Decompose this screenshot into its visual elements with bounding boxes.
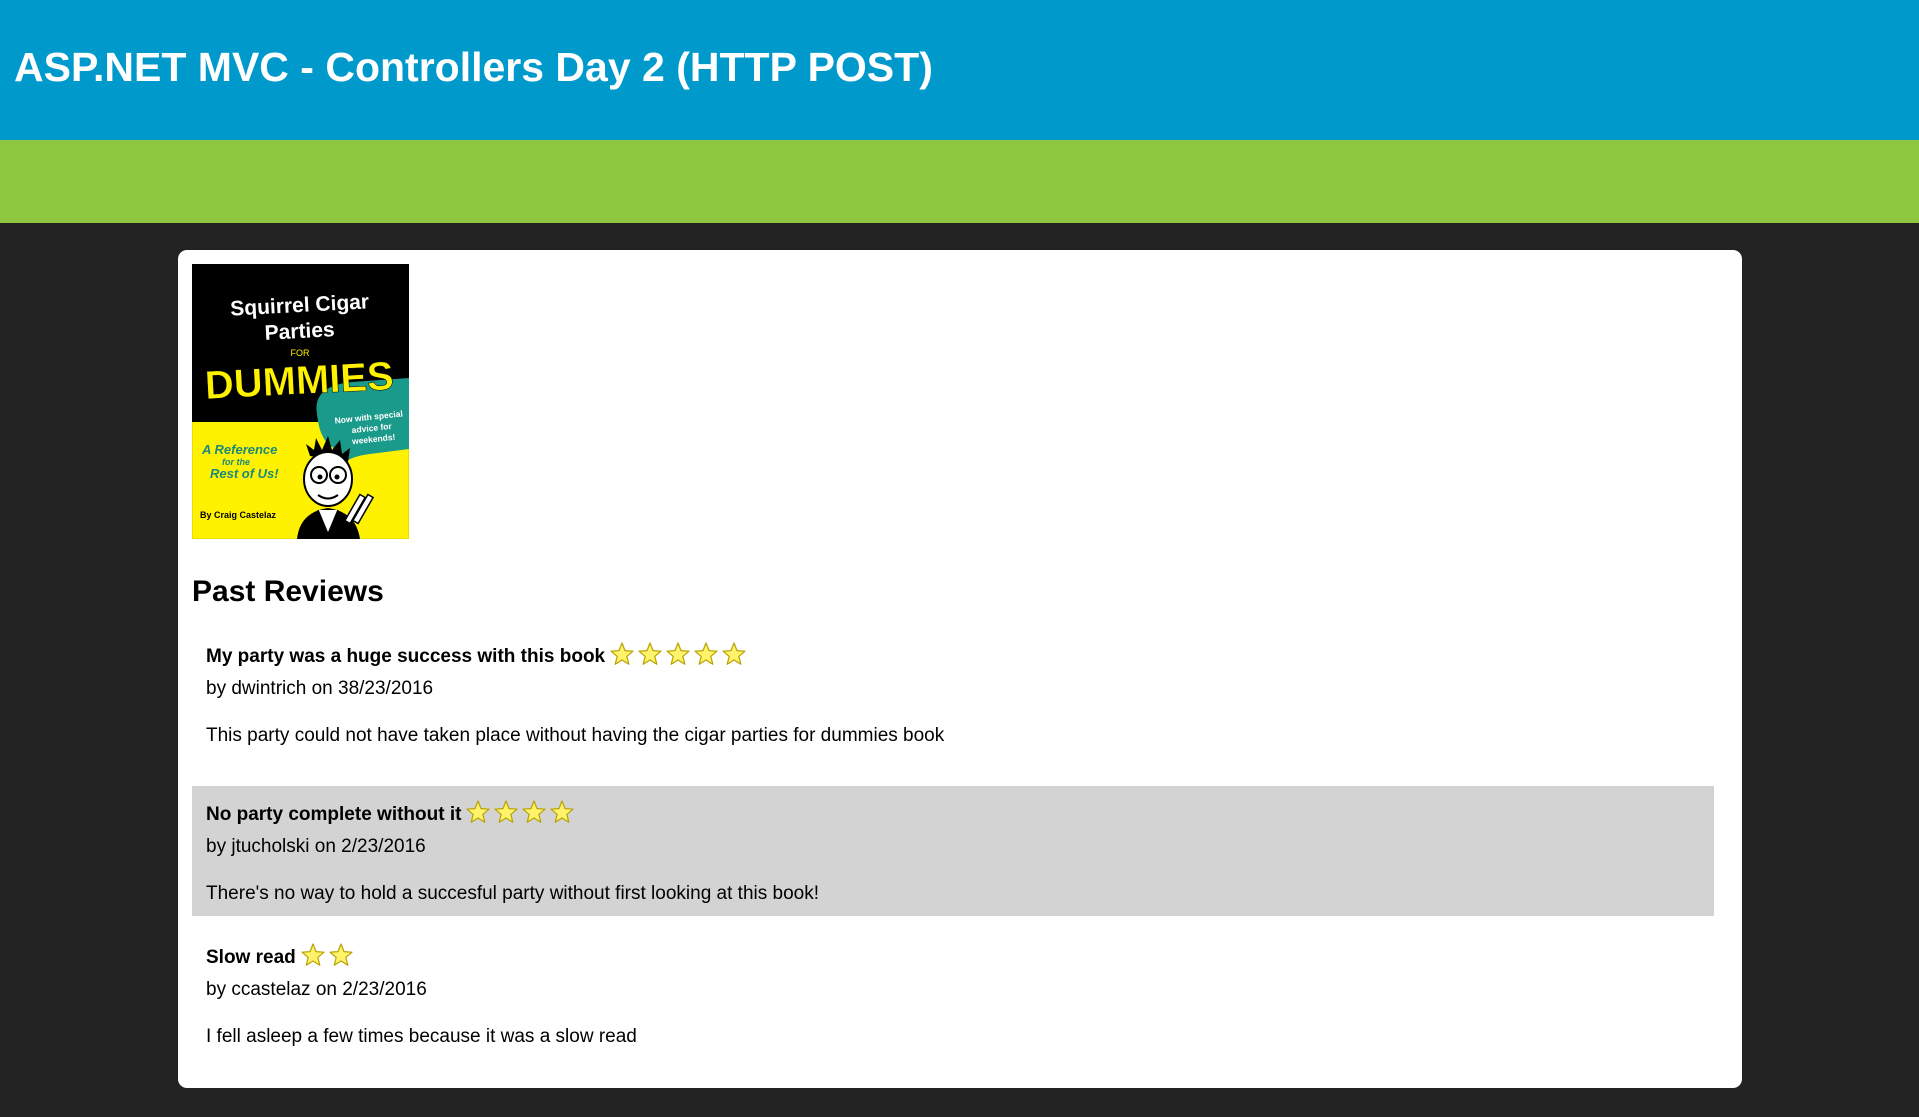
star-icon: [666, 642, 690, 665]
review-title: My party was a huge success with this bo…: [206, 646, 606, 667]
cover-for: FOR: [291, 348, 310, 358]
star-rating: [300, 942, 356, 968]
review-body: I fell asleep a few times because it was…: [206, 1026, 637, 1047]
star-icon: [494, 800, 519, 823]
cover-tagline-line1: A Reference: [201, 442, 277, 457]
review-byline: by jtucholski on 2/23/2016: [206, 836, 426, 857]
review-item: No party complete without it by jtucholsk…: [192, 786, 1714, 916]
star-rating: [465, 799, 577, 825]
review-byline: by dwintrich on 38/23/2016: [206, 678, 434, 699]
review-body: There's no way to hold a succesful party…: [206, 883, 819, 904]
star-icon: [694, 642, 718, 665]
star-icon: [466, 800, 491, 823]
cover-title-line2: Parties: [264, 318, 335, 345]
star-rating: [609, 641, 749, 667]
star-icon: [638, 642, 662, 665]
nav-bar: [0, 140, 1919, 223]
star-icon: [550, 800, 575, 823]
star-icon: [722, 642, 746, 665]
star-icon: [522, 800, 547, 823]
review-body: This party could not have taken place wi…: [206, 725, 945, 746]
site-title: ASP.NET MVC - Controllers Day 2 (HTTP PO…: [14, 44, 933, 90]
past-reviews-heading: Past Reviews: [192, 575, 384, 608]
book-cover-image: Squirrel Cigar Parties FOR DUMMIES Now w…: [192, 264, 409, 539]
review-byline: by ccastelaz on 2/23/2016: [206, 979, 427, 1000]
review-title: Slow read: [206, 947, 296, 968]
star-icon: [610, 642, 634, 665]
review-title: No party complete without it: [206, 804, 462, 825]
site-header: ASP.NET MVC - Controllers Day 2 (HTTP PO…: [0, 0, 1919, 140]
review-item: My party was a huge success with this bo…: [192, 628, 1714, 758]
review-title-line: No party complete without it: [206, 800, 577, 826]
content-card: Squirrel Cigar Parties FOR DUMMIES Now w…: [178, 250, 1742, 1088]
cover-tagline-line3: Rest of Us!: [210, 466, 279, 481]
review-title-line: Slow read: [206, 943, 356, 969]
review-title-line: My party was a huge success with this bo…: [206, 642, 749, 668]
star-icon: [301, 943, 325, 966]
star-icon: [329, 943, 353, 966]
cover-author: By Craig Castelaz: [200, 510, 277, 520]
review-item: Slow read by ccastelaz on 2/23/2016 I fell…: [192, 929, 1714, 1059]
